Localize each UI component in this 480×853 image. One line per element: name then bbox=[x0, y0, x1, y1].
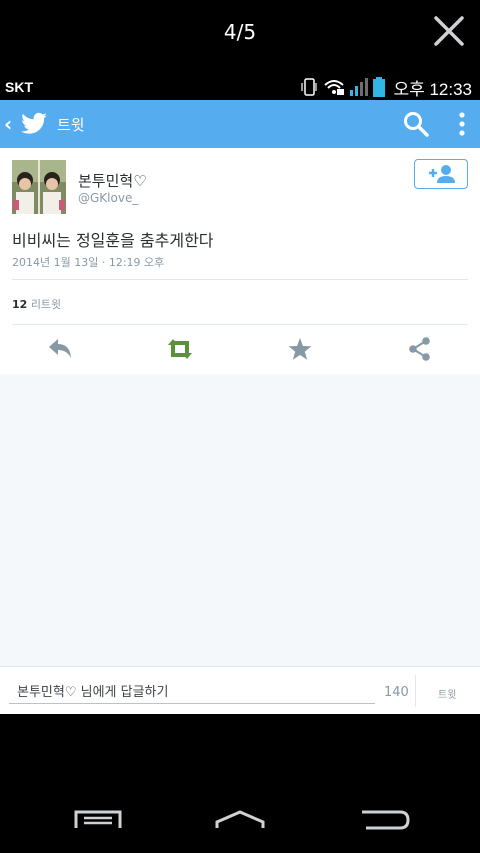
favorite-icon bbox=[288, 338, 312, 360]
share-button[interactable] bbox=[406, 336, 434, 362]
chevron-left-icon: ‹ bbox=[4, 112, 13, 136]
back-icon bbox=[362, 810, 410, 830]
retweet-stats[interactable]: 12 리트윗 bbox=[12, 296, 61, 312]
status-time: 오후 12:33 bbox=[393, 79, 472, 99]
overflow-menu-icon bbox=[459, 112, 465, 136]
battery-icon bbox=[373, 77, 386, 97]
reply-icon bbox=[49, 339, 71, 358]
search-icon bbox=[404, 112, 429, 137]
share-icon bbox=[409, 337, 430, 361]
phone-vibrate-icon bbox=[301, 78, 318, 96]
app-bar-title: 트윗 bbox=[57, 116, 85, 134]
tweet-detail-content: 본투민혁♡ @GKlove_ 비비씨는 정일훈을 춤추게한다 2014년 1월 … bbox=[0, 148, 480, 666]
tweet-button[interactable]: 트윗 bbox=[438, 686, 456, 701]
retweet-count: 12 bbox=[12, 298, 28, 311]
divider bbox=[12, 324, 468, 325]
navigation-bar bbox=[0, 714, 480, 853]
reply-button[interactable] bbox=[46, 336, 74, 362]
follow-button[interactable] bbox=[414, 159, 468, 189]
recent-apps-button[interactable] bbox=[70, 806, 126, 836]
follow-icon bbox=[429, 165, 455, 183]
close-icon bbox=[434, 16, 464, 46]
viewer-header: 4/5 bbox=[0, 0, 480, 66]
retweet-stats-label: 리트윗 bbox=[30, 298, 62, 311]
status-bar: SKT 오후 12:33 bbox=[0, 74, 480, 100]
carrier-label: SKT bbox=[5, 79, 33, 95]
home-button[interactable] bbox=[212, 806, 268, 836]
up-navigation-button[interactable]: ‹ 트윗 bbox=[0, 100, 90, 148]
reply-bar: 140 트윗 bbox=[0, 666, 480, 714]
profile-photo bbox=[12, 160, 66, 214]
favorite-button[interactable] bbox=[286, 336, 314, 362]
tweet-card: 본투민혁♡ @GKlove_ 비비씨는 정일훈을 춤추게한다 2014년 1월 … bbox=[0, 148, 480, 374]
home-icon bbox=[215, 810, 265, 828]
recent-apps-icon bbox=[74, 810, 122, 828]
retweet-icon bbox=[168, 339, 192, 359]
status-icons: 오후 12:33 bbox=[299, 76, 472, 99]
overflow-menu-button[interactable] bbox=[452, 110, 472, 138]
signal-icon bbox=[350, 78, 369, 96]
page-counter: 4/5 bbox=[223, 20, 257, 44]
retweet-button[interactable] bbox=[166, 336, 194, 362]
search-button[interactable] bbox=[402, 110, 430, 138]
tweet-text: 비비씨는 정일훈을 춤추게한다 bbox=[12, 231, 214, 250]
tweet-timestamp: 2014년 1월 13일 · 12:19 오후 bbox=[12, 256, 165, 269]
divider bbox=[12, 279, 468, 280]
char-count: 140 bbox=[384, 685, 409, 700]
app-bar: ‹ 트윗 bbox=[0, 100, 480, 148]
close-button[interactable] bbox=[432, 14, 466, 48]
twitter-bird-icon bbox=[21, 112, 47, 134]
user-handle[interactable]: @GKlove_ bbox=[78, 191, 138, 205]
avatar[interactable] bbox=[12, 160, 66, 214]
divider bbox=[415, 675, 416, 707]
reply-input[interactable] bbox=[9, 676, 375, 704]
wifi-lock-icon bbox=[324, 80, 345, 95]
display-name[interactable]: 본투민혁♡ bbox=[78, 170, 147, 191]
back-button[interactable] bbox=[356, 806, 412, 836]
